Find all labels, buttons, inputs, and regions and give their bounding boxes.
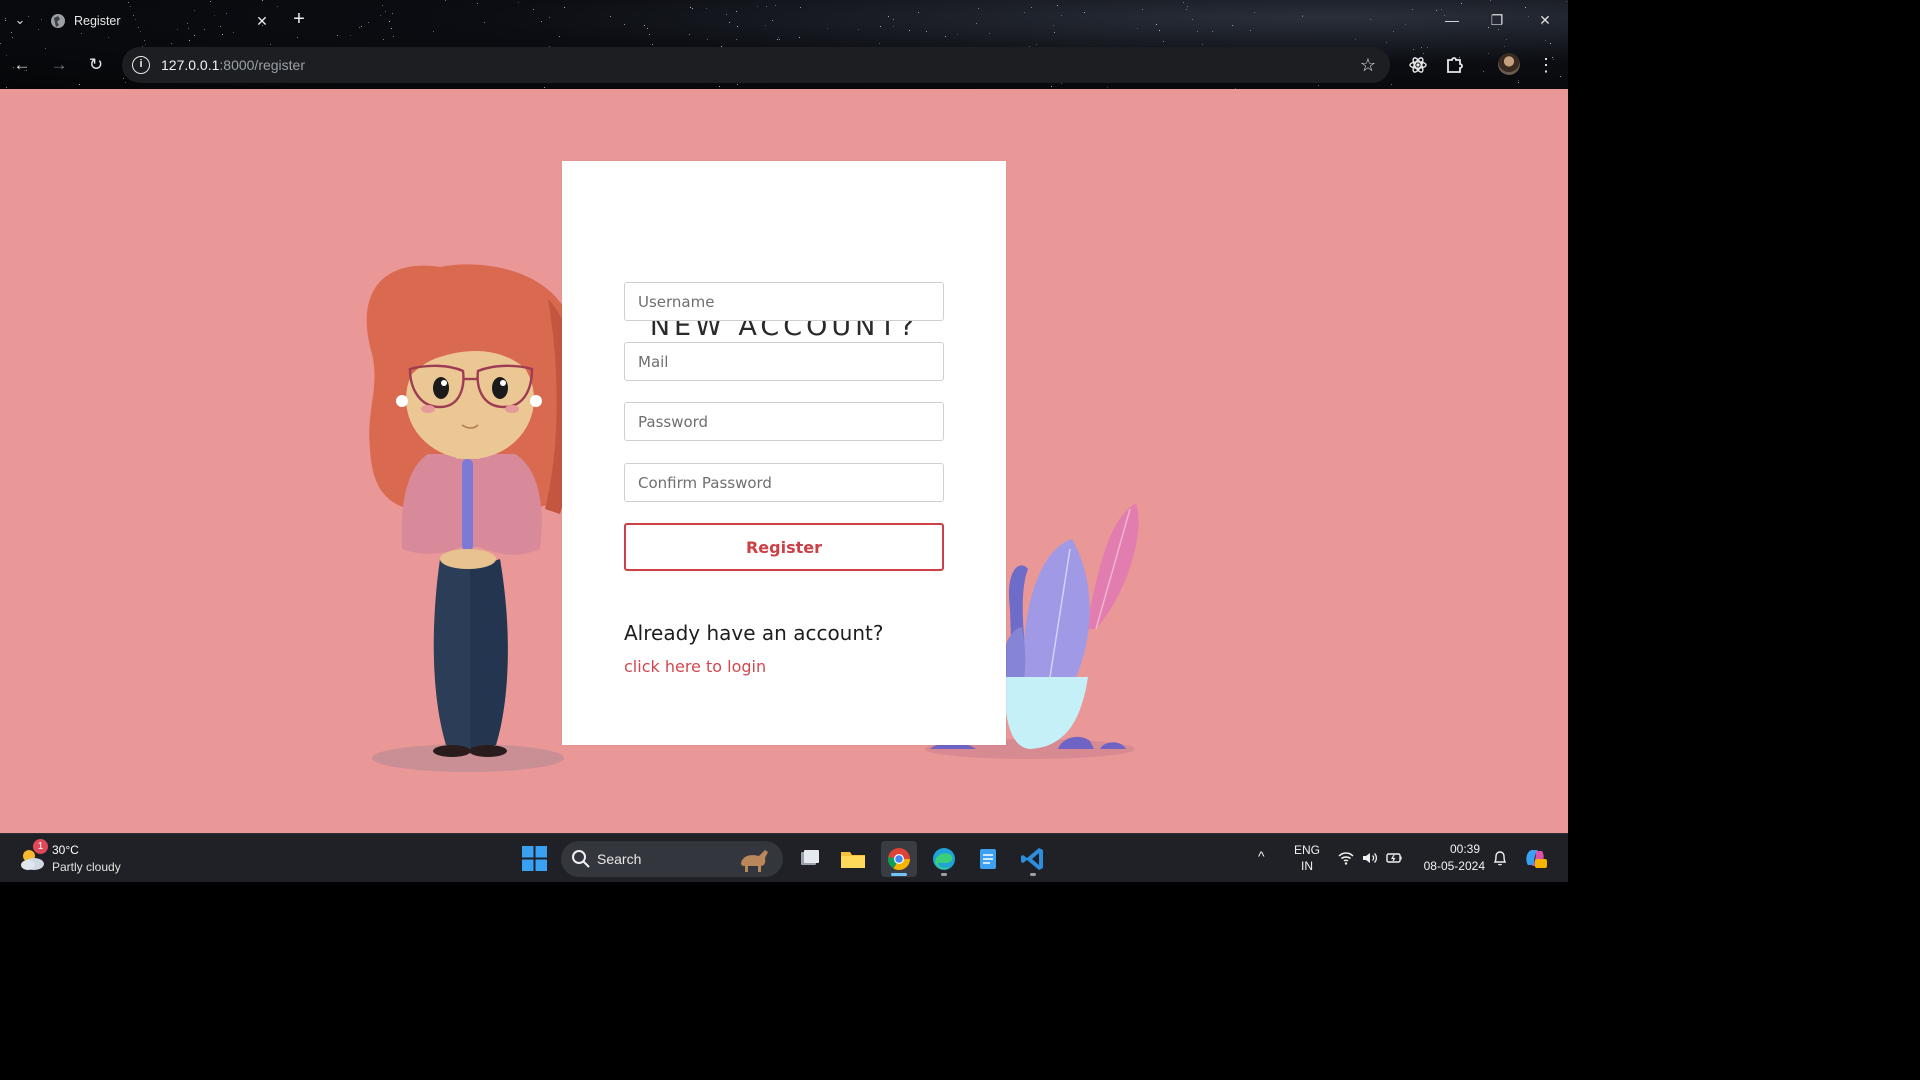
forward-arrow-icon[interactable]: →: [46, 52, 72, 78]
restore-icon[interactable]: ❐: [1482, 8, 1512, 32]
close-window-icon[interactable]: ✕: [1530, 8, 1560, 32]
language-region[interactable]: IN: [1292, 859, 1322, 873]
windows-start-icon[interactable]: [522, 846, 547, 871]
tab-register[interactable]: Register ✕: [40, 6, 276, 36]
battery-icon[interactable]: [1385, 849, 1403, 867]
copilot-icon[interactable]: [1522, 845, 1548, 871]
file-explorer-icon[interactable]: [835, 841, 871, 877]
language-code[interactable]: ENG: [1292, 843, 1322, 857]
already-have-account-heading: Already have an account?: [624, 621, 884, 645]
tab-search-chevron-icon[interactable]: ⌄: [8, 8, 32, 32]
more-menu-icon[interactable]: ⋮: [1533, 52, 1559, 78]
weather-description: Partly cloudy: [52, 860, 121, 874]
running-app-indicator: [1030, 873, 1036, 876]
windows-taskbar: 1 30°C Partly cloudy Search ^ ENG IN 00:…: [0, 833, 1568, 882]
task-view-icon[interactable]: [792, 841, 828, 877]
browser-toolbar: ← → ↻ i 127.0.0.1:8000/register ☆ ⋮: [0, 41, 1568, 89]
site-info-icon[interactable]: i: [132, 56, 150, 74]
tab-title: Register: [74, 14, 121, 28]
girl-illustration: [366, 264, 578, 772]
search-icon: [572, 850, 590, 868]
volume-icon[interactable]: [1361, 849, 1379, 867]
notepad-icon[interactable]: [970, 841, 1006, 877]
register-card: NEW ACCOUNT? Register Already have an ac…: [562, 161, 1006, 745]
taskbar-search[interactable]: Search: [561, 841, 783, 877]
mail-input[interactable]: [624, 342, 944, 381]
search-highlight-horse-icon: [741, 850, 768, 872]
confirm-password-input[interactable]: [624, 463, 944, 502]
register-button[interactable]: Register: [624, 523, 944, 571]
new-tab-plus-icon[interactable]: +: [287, 8, 311, 32]
browser-chrome: ⌄ Register ✕ + — ❐ ✕ ← → ↻ i 127.0.0.1:8…: [0, 0, 1568, 89]
show-hidden-icons-chevron-icon[interactable]: ^: [1258, 848, 1265, 864]
edge-icon[interactable]: [926, 841, 962, 877]
password-input[interactable]: [624, 402, 944, 441]
notifications-bell-icon[interactable]: [1491, 849, 1509, 867]
weather-widget[interactable]: 1 30°C Partly cloudy: [18, 839, 158, 878]
login-link[interactable]: click here to login: [624, 657, 766, 676]
url-path: :8000/register: [219, 57, 305, 73]
profile-avatar[interactable]: [1498, 53, 1520, 75]
username-input[interactable]: [624, 282, 944, 321]
close-tab-icon[interactable]: ✕: [252, 13, 272, 30]
active-app-indicator: [891, 873, 907, 876]
globe-icon: [51, 14, 65, 28]
minimize-icon[interactable]: —: [1437, 8, 1467, 32]
bookmark-star-icon[interactable]: ☆: [1360, 55, 1376, 76]
clock-date[interactable]: 08-05-2024: [1405, 859, 1485, 873]
running-app-indicator: [941, 873, 947, 876]
search-label: Search: [597, 851, 642, 867]
page-background: NEW ACCOUNT? Register Already have an ac…: [0, 89, 1568, 833]
notification-badge: 1: [33, 839, 48, 854]
address-bar[interactable]: i 127.0.0.1:8000/register ☆: [122, 47, 1390, 83]
back-arrow-icon[interactable]: ←: [9, 52, 35, 78]
url-text[interactable]: 127.0.0.1:8000/register: [161, 57, 305, 73]
chrome-taskbar-icon[interactable]: [881, 841, 917, 877]
tab-strip: ⌄ Register ✕ + — ❐ ✕: [0, 0, 1568, 41]
url-host: 127.0.0.1: [161, 57, 220, 73]
extensions-puzzle-icon[interactable]: [1442, 52, 1468, 78]
clock-time[interactable]: 00:39: [1410, 842, 1480, 856]
wifi-icon[interactable]: [1337, 849, 1355, 867]
weather-temperature: 30°C: [52, 843, 79, 857]
vscode-icon[interactable]: [1015, 841, 1051, 877]
react-devtools-icon[interactable]: [1405, 52, 1431, 78]
reload-icon[interactable]: ↻: [83, 52, 109, 78]
